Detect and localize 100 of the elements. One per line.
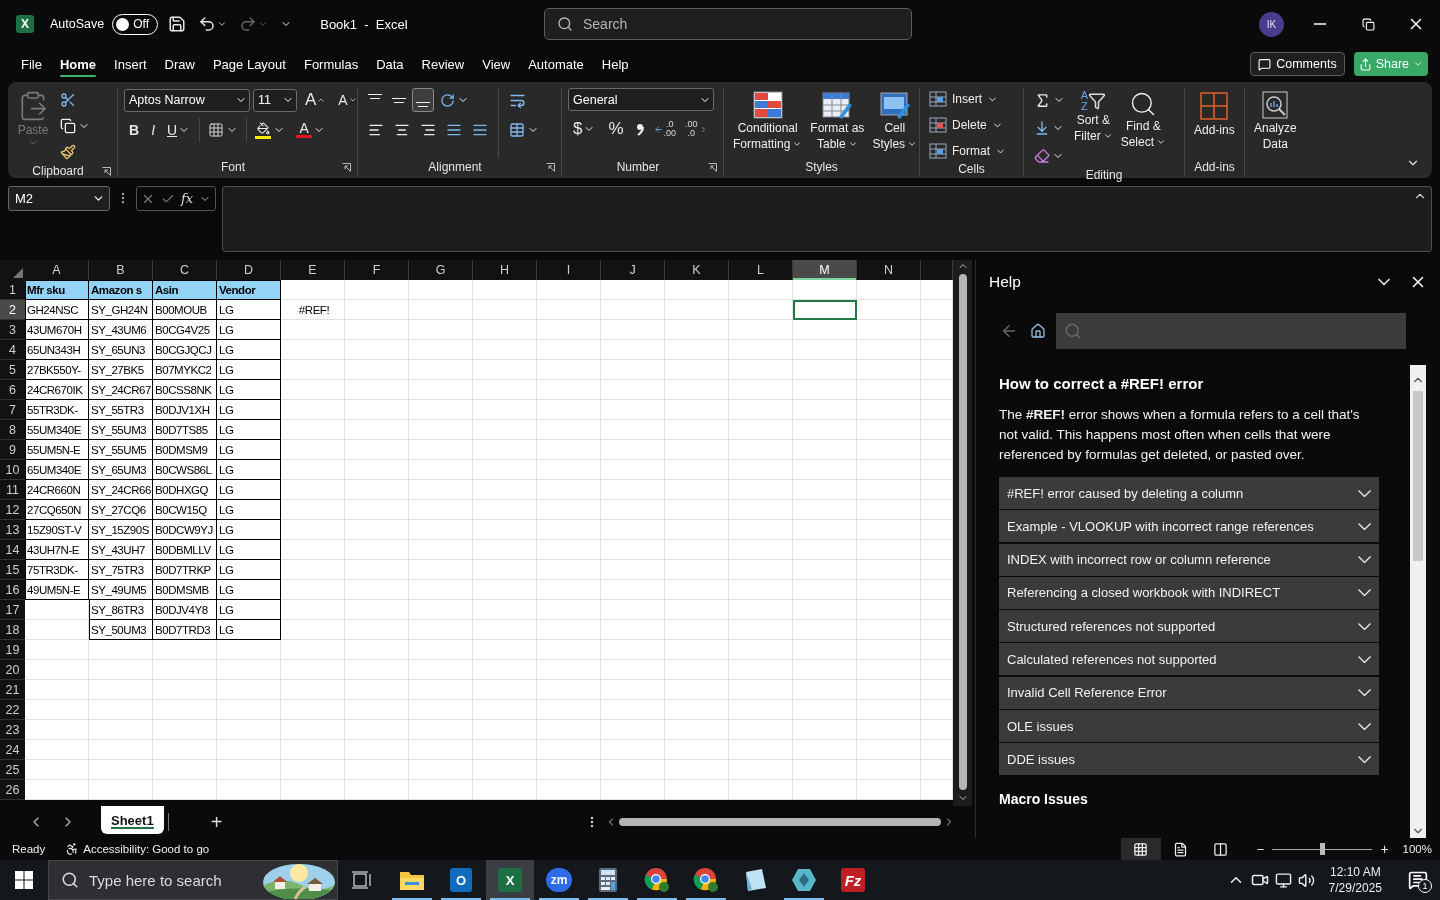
increase-font-size-button[interactable]: A (300, 88, 331, 112)
italic-button[interactable]: I (146, 118, 160, 142)
row-header[interactable]: 21 (0, 680, 25, 700)
column-header[interactable]: C (153, 260, 217, 280)
taskbar-app[interactable]: O (437, 860, 485, 900)
row-header[interactable]: 18 (0, 620, 25, 640)
row-header[interactable]: 15 (0, 560, 25, 580)
row-header[interactable]: 10 (0, 460, 25, 480)
menu-tab[interactable]: Help (592, 50, 638, 78)
add-sheet-button[interactable]: + (204, 809, 229, 835)
name-box[interactable]: M2 (8, 186, 110, 211)
search-field[interactable]: Search (544, 8, 912, 40)
number-format-select[interactable]: General (568, 88, 714, 111)
row-header[interactable]: 12 (0, 500, 25, 520)
column-header[interactable]: A (25, 260, 89, 280)
row-header[interactable]: 16 (0, 580, 25, 600)
row-header[interactable]: 22 (0, 700, 25, 720)
bold-button[interactable]: B (124, 118, 145, 142)
row-header[interactable]: 9 (0, 440, 25, 460)
accordion-item[interactable]: OLE issues (999, 710, 1379, 743)
cells-button[interactable]: Delete (926, 114, 1009, 136)
zoom-out-button[interactable]: − (1254, 839, 1267, 859)
find-select-button[interactable]: Find & Select (1117, 88, 1170, 152)
menu-tab[interactable]: File (12, 50, 51, 78)
row-header[interactable]: 6 (0, 380, 25, 400)
styles-button[interactable]: Conditional Formatting (730, 88, 806, 154)
row-header[interactable]: 1 (0, 280, 25, 300)
increase-decimal-button[interactable]: .0 .00 (650, 117, 680, 141)
menu-tab[interactable]: Home (50, 50, 106, 78)
accordion-item[interactable]: DDE issues (999, 743, 1379, 776)
column-header[interactable]: F (345, 260, 409, 280)
user-avatar[interactable]: IK (1259, 11, 1284, 37)
sort-filter-button[interactable]: A Z Sort & Filter (1071, 88, 1116, 146)
row-header[interactable]: 13 (0, 520, 25, 540)
autosave-toggle[interactable]: Off (112, 13, 159, 35)
cells-button[interactable]: Format (926, 140, 1009, 162)
row-header[interactable]: 20 (0, 660, 25, 680)
taskbar-search-field[interactable]: Type here to search (48, 860, 338, 900)
menu-tab[interactable]: Formulas (294, 50, 368, 78)
analyze-data-button[interactable]: Analyze Data (1251, 88, 1300, 154)
decrease-font-size-button[interactable]: A (333, 88, 362, 112)
clock[interactable]: 12:10 AM 7/29/2025 (1320, 864, 1390, 896)
accordion-item[interactable]: Invalid Cell Reference Error (999, 676, 1379, 709)
row-header[interactable]: 24 (0, 740, 25, 760)
column-header[interactable]: M (793, 260, 857, 280)
accordion-item[interactable]: Structured references not supported (999, 610, 1379, 643)
sheet-tab[interactable]: Sheet1 (101, 806, 164, 834)
menu-tab[interactable]: Review (412, 50, 474, 78)
percent-button[interactable]: % (603, 117, 629, 141)
accordion-item[interactable]: Example - VLOOKUP with incorrect range references (999, 510, 1379, 543)
row-header[interactable]: 25 (0, 760, 25, 780)
menu-tab[interactable]: Data (367, 50, 413, 78)
accordion-item[interactable]: Calculated references not supported (999, 643, 1379, 676)
underline-button[interactable]: U (162, 118, 196, 142)
row-header[interactable]: 3 (0, 320, 25, 340)
taskbar-app[interactable]: X (486, 860, 534, 900)
menu-tab[interactable]: Page Layout (203, 50, 295, 78)
row-header[interactable]: 7 (0, 400, 25, 420)
column-header[interactable]: H (473, 260, 537, 280)
taskbar-app[interactable]: zm (535, 860, 583, 900)
column-header[interactable]: K (665, 260, 729, 280)
row-header[interactable]: 14 (0, 540, 25, 560)
accordion-item[interactable]: #REF! error caused by deleting a column (999, 477, 1379, 509)
zoom-in-button[interactable]: + (1378, 839, 1391, 859)
font-color-button[interactable]: A (291, 118, 331, 142)
notifications-button[interactable]: 1 (1396, 860, 1440, 900)
column-header[interactable]: J (601, 260, 665, 280)
column-header[interactable]: E (281, 260, 345, 280)
row-header[interactable]: 2 (0, 300, 25, 320)
accordion-item[interactable]: Referencing a closed workbook with INDIRECT (999, 576, 1379, 609)
add-ins-button[interactable]: Add-ins (1191, 88, 1238, 140)
comments-button[interactable]: Comments (1250, 52, 1345, 76)
insert-function-button[interactable]: fx (181, 191, 194, 206)
decrease-decimal-button[interactable]: .00 .0 (682, 117, 711, 141)
menu-tab[interactable]: Automate (519, 50, 593, 78)
row-header[interactable]: 8 (0, 420, 25, 440)
column-header[interactable]: B (89, 260, 153, 280)
menu-tab[interactable]: Insert (105, 50, 156, 78)
row-header[interactable]: 26 (0, 780, 25, 800)
taskbar-app[interactable]: Fz (829, 860, 877, 900)
column-header[interactable]: L (729, 260, 793, 280)
menu-tab[interactable]: Draw (155, 50, 204, 78)
accessibility-status[interactable]: Accessibility: Good to go (65, 842, 210, 856)
currency-button[interactable]: $ (568, 117, 601, 141)
row-header[interactable]: 19 (0, 640, 25, 660)
row-header[interactable]: 11 (0, 480, 25, 500)
font-size-select[interactable]: 11 (253, 88, 297, 112)
font-name-select[interactable]: Aptos Narrow (124, 88, 250, 112)
row-header[interactable]: 5 (0, 360, 25, 380)
cells-button[interactable]: Insert (926, 88, 1009, 110)
styles-button[interactable]: Cell Styles (869, 88, 921, 154)
row-header[interactable]: 17 (0, 600, 25, 620)
styles-button[interactable]: Format as Table (807, 88, 868, 154)
row-header[interactable]: 23 (0, 720, 25, 740)
menu-tab[interactable]: View (473, 50, 520, 78)
column-header[interactable]: G (409, 260, 473, 280)
column-header[interactable]: N (857, 260, 921, 280)
accordion-item[interactable]: INDEX with incorrect row or column reference (999, 543, 1379, 576)
column-header[interactable]: D (217, 260, 281, 280)
row-header[interactable]: 4 (0, 340, 25, 360)
